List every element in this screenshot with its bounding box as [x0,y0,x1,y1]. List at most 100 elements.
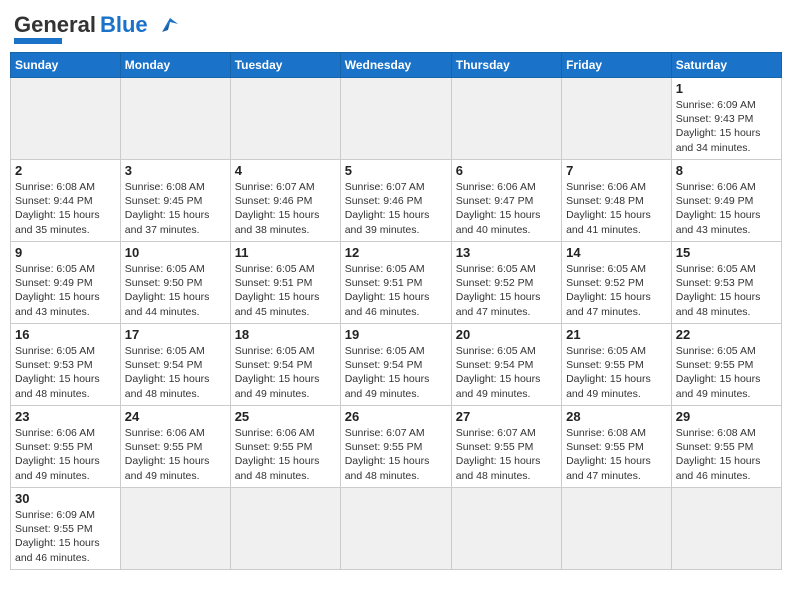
day-number: 12 [345,245,447,260]
day-info: Sunrise: 6:05 AM Sunset: 9:54 PM Dayligh… [345,344,447,401]
day-number: 15 [676,245,777,260]
calendar-day-cell [451,78,561,160]
calendar-day-cell: 12 Sunrise: 6:05 AM Sunset: 9:51 PM Dayli… [340,242,451,324]
calendar-day-cell: 1 Sunrise: 6:09 AM Sunset: 9:43 PM Daylig… [671,78,781,160]
logo-underline [14,38,62,44]
calendar-day-cell: 27 Sunrise: 6:07 AM Sunset: 9:55 PM Dayli… [451,406,561,488]
day-info: Sunrise: 6:06 AM Sunset: 9:47 PM Dayligh… [456,180,557,237]
logo-bird-icon [152,14,182,36]
day-info: Sunrise: 6:05 AM Sunset: 9:50 PM Dayligh… [125,262,226,319]
calendar-day-cell: 9 Sunrise: 6:05 AM Sunset: 9:49 PM Daylig… [11,242,121,324]
calendar-day-cell: 20Sunrise: 6:05 AM Sunset: 9:54 PM Dayli… [451,324,561,406]
day-number: 30 [15,491,116,506]
day-info: Sunrise: 6:07 AM Sunset: 9:46 PM Dayligh… [345,180,447,237]
calendar-day-cell: 6 Sunrise: 6:06 AM Sunset: 9:47 PM Daylig… [451,160,561,242]
day-info: Sunrise: 6:08 AM Sunset: 9:44 PM Dayligh… [15,180,116,237]
page-header: General Blue [10,10,782,44]
calendar-day-cell: 18 Sunrise: 6:05 AM Sunset: 9:54 PM Dayli… [230,324,340,406]
day-info: Sunrise: 6:09 AM Sunset: 9:43 PM Dayligh… [676,98,777,155]
day-number: 24 [125,409,226,424]
logo-general: General [14,14,96,36]
calendar-table: SundayMondayTuesdayWednesdayThursdayFrid… [10,52,782,570]
calendar-header-friday: Friday [562,53,672,78]
calendar-day-cell [451,488,561,570]
day-info: Sunrise: 6:05 AM Sunset: 9:54 PM Dayligh… [235,344,336,401]
day-info: Sunrise: 6:06 AM Sunset: 9:49 PM Dayligh… [676,180,777,237]
logo-blue: Blue [100,14,148,36]
day-number: 16 [15,327,116,342]
calendar-day-cell [120,488,230,570]
calendar-day-cell: 11 Sunrise: 6:05 AM Sunset: 9:51 PM Dayli… [230,242,340,324]
day-number: 5 [345,163,447,178]
day-number: 18 [235,327,336,342]
calendar-day-cell [230,78,340,160]
calendar-week-row: 1 Sunrise: 6:09 AM Sunset: 9:43 PM Daylig… [11,78,782,160]
day-number: 17 [125,327,226,342]
calendar-day-cell: 25 Sunrise: 6:06 AM Sunset: 9:55 PM Dayli… [230,406,340,488]
day-info: Sunrise: 6:05 AM Sunset: 9:55 PM Dayligh… [566,344,667,401]
day-number: 26 [345,409,447,424]
calendar-day-cell: 15 Sunrise: 6:05 AM Sunset: 9:53 PM Dayli… [671,242,781,324]
day-number: 13 [456,245,557,260]
calendar-header-monday: Monday [120,53,230,78]
calendar-day-cell: 8 Sunrise: 6:06 AM Sunset: 9:49 PM Daylig… [671,160,781,242]
day-number: 21 [566,327,667,342]
day-number: 22 [676,327,777,342]
day-number: 1 [676,81,777,96]
calendar-week-row: 2 Sunrise: 6:08 AM Sunset: 9:44 PM Daylig… [11,160,782,242]
day-number: 4 [235,163,336,178]
calendar-header-saturday: Saturday [671,53,781,78]
day-number: 6 [456,163,557,178]
calendar-day-cell [340,488,451,570]
day-info: Sunrise: 6:05 AM Sunset: 9:53 PM Dayligh… [15,344,116,401]
day-info: Sunrise: 6:08 AM Sunset: 9:55 PM Dayligh… [566,426,667,483]
calendar-header-sunday: Sunday [11,53,121,78]
calendar-day-cell: 3 Sunrise: 6:08 AM Sunset: 9:45 PM Daylig… [120,160,230,242]
day-number: 2 [15,163,116,178]
day-info: Sunrise: 6:09 AM Sunset: 9:55 PM Dayligh… [15,508,116,565]
calendar-day-cell: 29 Sunrise: 6:08 AM Sunset: 9:55 PM Dayli… [671,406,781,488]
day-number: 8 [676,163,777,178]
day-info: Sunrise: 6:07 AM Sunset: 9:46 PM Dayligh… [235,180,336,237]
day-info: Sunrise: 6:05 AM Sunset: 9:55 PM Dayligh… [676,344,777,401]
day-info: Sunrise: 6:05 AM Sunset: 9:51 PM Dayligh… [345,262,447,319]
calendar-day-cell: 26Sunrise: 6:07 AM Sunset: 9:55 PM Dayli… [340,406,451,488]
day-number: 9 [15,245,116,260]
day-info: Sunrise: 6:06 AM Sunset: 9:48 PM Dayligh… [566,180,667,237]
calendar-header-thursday: Thursday [451,53,561,78]
calendar-week-row: 30 Sunrise: 6:09 AM Sunset: 9:55 PM Dayli… [11,488,782,570]
day-info: Sunrise: 6:06 AM Sunset: 9:55 PM Dayligh… [235,426,336,483]
calendar-day-cell [562,78,672,160]
day-info: Sunrise: 6:05 AM Sunset: 9:53 PM Dayligh… [676,262,777,319]
day-number: 3 [125,163,226,178]
day-info: Sunrise: 6:08 AM Sunset: 9:45 PM Dayligh… [125,180,226,237]
calendar-day-cell [230,488,340,570]
calendar-day-cell: 19Sunrise: 6:05 AM Sunset: 9:54 PM Dayli… [340,324,451,406]
calendar-day-cell [671,488,781,570]
calendar-header-row: SundayMondayTuesdayWednesdayThursdayFrid… [11,53,782,78]
calendar-day-cell [340,78,451,160]
day-number: 11 [235,245,336,260]
day-number: 20 [456,327,557,342]
day-number: 25 [235,409,336,424]
calendar-day-cell: 24 Sunrise: 6:06 AM Sunset: 9:55 PM Dayli… [120,406,230,488]
day-info: Sunrise: 6:05 AM Sunset: 9:49 PM Dayligh… [15,262,116,319]
calendar-week-row: 16 Sunrise: 6:05 AM Sunset: 9:53 PM Dayli… [11,324,782,406]
calendar-day-cell [562,488,672,570]
logo: General Blue [14,14,182,44]
calendar-day-cell: 2 Sunrise: 6:08 AM Sunset: 9:44 PM Daylig… [11,160,121,242]
day-info: Sunrise: 6:06 AM Sunset: 9:55 PM Dayligh… [125,426,226,483]
day-info: Sunrise: 6:06 AM Sunset: 9:55 PM Dayligh… [15,426,116,483]
calendar-day-cell [11,78,121,160]
day-number: 29 [676,409,777,424]
day-info: Sunrise: 6:05 AM Sunset: 9:52 PM Dayligh… [566,262,667,319]
calendar-day-cell [120,78,230,160]
day-info: Sunrise: 6:05 AM Sunset: 9:52 PM Dayligh… [456,262,557,319]
day-number: 27 [456,409,557,424]
calendar-day-cell: 13 Sunrise: 6:05 AM Sunset: 9:52 PM Dayli… [451,242,561,324]
day-info: Sunrise: 6:07 AM Sunset: 9:55 PM Dayligh… [456,426,557,483]
day-info: Sunrise: 6:08 AM Sunset: 9:55 PM Dayligh… [676,426,777,483]
calendar-day-cell: 23Sunrise: 6:06 AM Sunset: 9:55 PM Dayli… [11,406,121,488]
day-info: Sunrise: 6:05 AM Sunset: 9:51 PM Dayligh… [235,262,336,319]
day-info: Sunrise: 6:05 AM Sunset: 9:54 PM Dayligh… [125,344,226,401]
